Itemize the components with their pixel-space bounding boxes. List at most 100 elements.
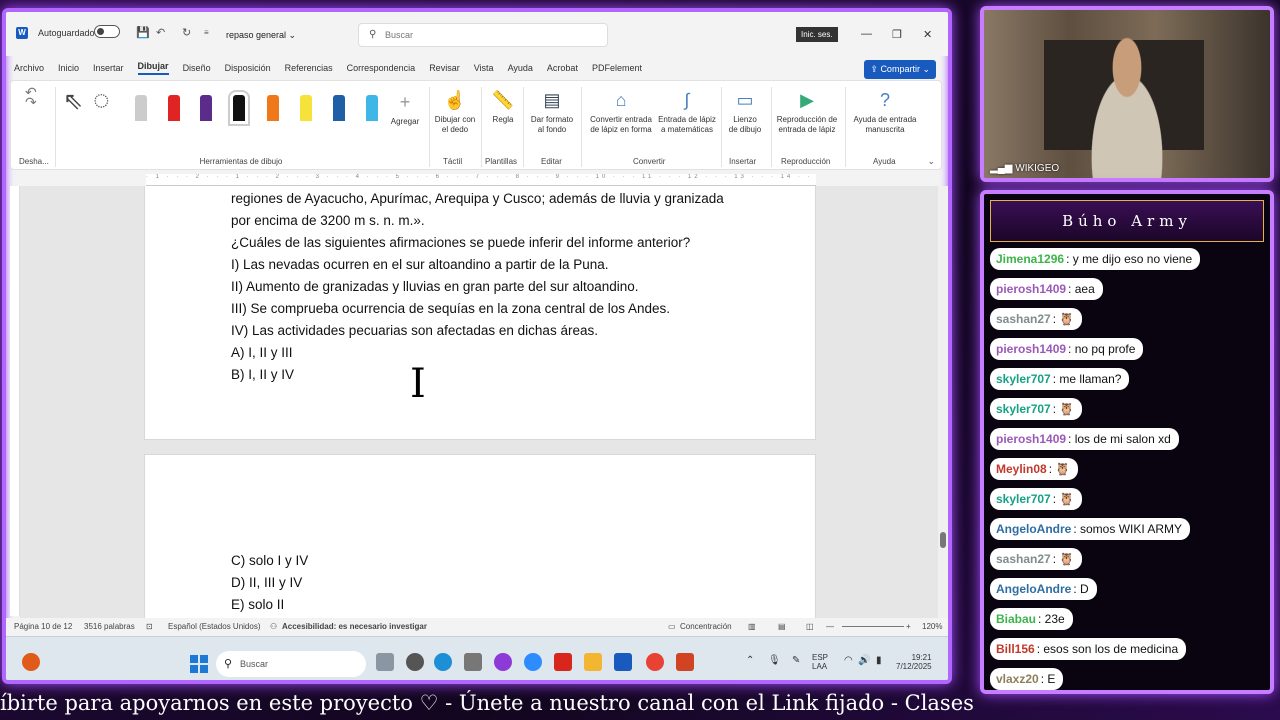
tray-chevron-icon[interactable]: ⌃	[746, 655, 754, 666]
task-view-icon[interactable]	[376, 653, 394, 671]
draw-with-finger-button[interactable]: ☝ Dibujar con el dedo	[431, 89, 479, 135]
share-button[interactable]: ⇪ Compartir ⌄	[864, 60, 936, 79]
chrome-icon[interactable]	[646, 653, 664, 671]
undo-icon[interactable]: ↶	[156, 26, 165, 39]
zoom-level[interactable]: 120%	[922, 622, 942, 631]
chat-message: skyler707: 🦉	[990, 488, 1083, 510]
maximize-icon[interactable]: ❐	[892, 28, 902, 41]
ruler-button[interactable]: 📏 Regla	[485, 89, 521, 125]
menu-item[interactable]: Diseño	[183, 63, 211, 73]
doc-line[interactable]: B) I, II y IV	[231, 367, 294, 382]
menu-item[interactable]: Vista	[474, 63, 494, 73]
zoom-out-icon[interactable]: —	[826, 622, 834, 631]
select-arrow-icon[interactable]: ⇖	[63, 90, 83, 114]
powerpoint-icon[interactable]	[676, 653, 694, 671]
pen-tray-icon[interactable]: ✎	[792, 655, 800, 666]
menu-item[interactable]: Insertar	[93, 63, 124, 73]
purple-pen-icon[interactable]	[200, 95, 212, 121]
doc-line[interactable]: C) solo I y IV	[231, 553, 308, 568]
zoom-in-icon[interactable]: +	[906, 622, 911, 631]
document-page[interactable]: C) solo I y IV D) II, III y IV E) solo I…	[144, 454, 816, 618]
document-page[interactable]: regiones de Ayacucho, Apurímac, Arequipa…	[144, 186, 816, 440]
clock[interactable]: 19:21 7/12/2025	[896, 653, 932, 671]
print-layout-icon[interactable]: ▤	[778, 622, 786, 631]
lightblue-pen-icon[interactable]	[366, 95, 378, 121]
title-search-input[interactable]: ⚲ Buscar	[358, 23, 608, 47]
focus-mode-button[interactable]: Concentración	[680, 622, 732, 631]
doc-line[interactable]: II) Aumento de granizadas y lluvias en g…	[231, 279, 639, 294]
language-status[interactable]: Español (Estados Unidos)	[168, 622, 261, 631]
widget-icon[interactable]	[22, 653, 40, 671]
orange-pen-icon[interactable]	[267, 95, 279, 121]
ribbon-collapse-icon[interactable]: ⌄	[927, 156, 935, 167]
microphone-icon[interactable]: 🎙	[768, 655, 781, 666]
ribbon-divider	[55, 87, 56, 167]
document-name[interactable]: repaso general ⌄	[226, 30, 296, 41]
menu-item[interactable]: Disposición	[225, 63, 271, 73]
customize-toolbar-icon[interactable]: ≡	[204, 28, 209, 37]
eraser-pen-icon[interactable]	[135, 95, 147, 121]
black-pen-icon-selected[interactable]	[228, 90, 250, 126]
doc-line[interactable]: por encima de 3200 m s. n. m.».	[231, 213, 425, 228]
yellow-highlighter-icon[interactable]	[300, 95, 312, 121]
file-explorer-icon[interactable]	[584, 653, 602, 671]
web-layout-icon[interactable]: ◫	[806, 622, 814, 631]
doc-line[interactable]: IV) Las actividades pecuarias son afecta…	[231, 323, 598, 338]
word-taskbar-icon[interactable]	[614, 653, 632, 671]
format-background-button[interactable]: ▤ Dar formato al fondo	[525, 89, 579, 135]
menu-item[interactable]: Referencias	[285, 63, 333, 73]
minimize-icon[interactable]: —	[861, 28, 872, 40]
volume-icon[interactable]: 🔊	[858, 655, 870, 666]
page-count[interactable]: Página 10 de 12	[14, 622, 72, 631]
acrobat-icon[interactable]	[554, 653, 572, 671]
doc-line[interactable]: A) I, II y III	[231, 345, 293, 360]
close-icon[interactable]: ✕	[923, 28, 932, 41]
menu-item[interactable]: Revisar	[429, 63, 460, 73]
zoom-slider[interactable]	[842, 626, 904, 627]
redo-icon[interactable]: ↻	[182, 26, 191, 39]
proofing-icon[interactable]: ⊡	[146, 622, 153, 631]
ribbon-undo-icon[interactable]: ↶ ↷	[25, 85, 37, 109]
lasso-icon[interactable]: ◌	[93, 86, 110, 114]
copilot-icon[interactable]	[494, 653, 512, 671]
signin-button[interactable]: Inic. ses.	[796, 27, 838, 42]
blue-pen-icon[interactable]	[333, 95, 345, 121]
doc-line[interactable]: D) II, III y IV	[231, 575, 302, 590]
autosave-toggle[interactable]	[94, 25, 120, 38]
battery-icon[interactable]: ▮	[876, 655, 882, 666]
menu-item[interactable]: Archivo	[14, 63, 44, 73]
scrollbar-thumb[interactable]	[940, 532, 946, 548]
menu-item[interactable]: Ayuda	[508, 63, 533, 73]
github-icon[interactable]	[406, 653, 424, 671]
doc-line[interactable]: III) Se comprueba ocurrencia de sequías …	[231, 301, 670, 316]
accessibility-status[interactable]: Accesibilidad: es necesario investigar	[282, 622, 427, 631]
red-pen-icon[interactable]	[168, 95, 180, 121]
ink-help-button[interactable]: ? Ayuda de entrada manuscrita	[847, 89, 923, 135]
wifi-icon[interactable]: ◠	[844, 655, 853, 666]
add-pen-button[interactable]: + Agregar	[387, 91, 423, 127]
start-icon[interactable]	[190, 655, 208, 673]
taskbar-search-input[interactable]: ⚲ Buscar	[216, 651, 366, 677]
menu-item[interactable]: PDFelement	[592, 63, 642, 73]
zoom-app-icon[interactable]	[524, 653, 542, 671]
convert-to-shape-button[interactable]: ⌂ Convertir entrada de lápiz en forma	[585, 89, 657, 135]
word-count[interactable]: 3516 palabras	[84, 622, 135, 631]
menu-item[interactable]: Correspondencia	[347, 63, 416, 73]
ink-replay-button[interactable]: ▶ Reproducción de entrada de lápiz	[773, 89, 841, 135]
document-area[interactable]: regiones de Ayacucho, Apurímac, Arequipa…	[20, 186, 938, 618]
vertical-scrollbar[interactable]	[938, 186, 948, 618]
save-icon[interactable]: 💾	[136, 26, 150, 39]
menu-item[interactable]: Inicio	[58, 63, 79, 73]
doc-line[interactable]: ¿Cuáles de las siguientes afirmaciones s…	[231, 235, 690, 250]
menu-item[interactable]: Acrobat	[547, 63, 578, 73]
menu-item-active[interactable]: Dibujar	[137, 61, 169, 75]
ink-to-math-button[interactable]: ∫ Entrada de lápiz a matemáticas	[655, 89, 719, 135]
edge-icon[interactable]	[434, 653, 452, 671]
doc-line[interactable]: I) Las nevadas ocurren en el sur altoand…	[231, 257, 609, 272]
doc-line[interactable]: E) solo II	[231, 597, 284, 612]
calculator-icon[interactable]	[464, 653, 482, 671]
read-mode-icon[interactable]: ▥	[748, 622, 756, 631]
language-indicator[interactable]: ESP LAA	[812, 653, 828, 671]
doc-line[interactable]: regiones de Ayacucho, Apurímac, Arequipa…	[231, 191, 724, 206]
drawing-canvas-button[interactable]: ▭ Lienzo de dibujo	[723, 89, 767, 135]
